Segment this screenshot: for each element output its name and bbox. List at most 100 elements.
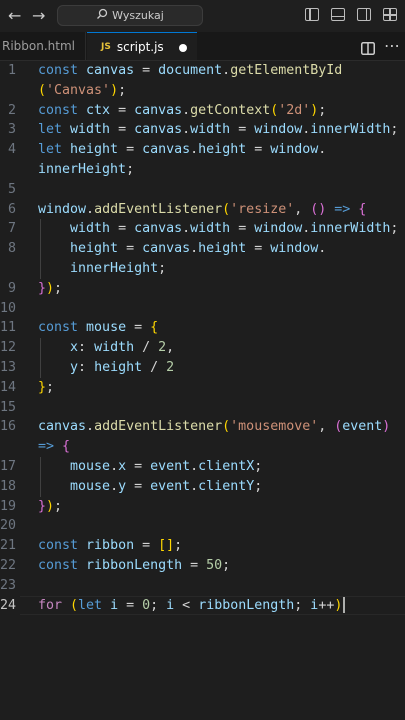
code-line[interactable]	[0, 615, 405, 635]
code-token: =	[230, 221, 255, 237]
code-line[interactable]	[0, 695, 405, 715]
code-token: height	[198, 241, 247, 257]
line-number: 9	[7, 280, 16, 296]
code-token: =	[118, 241, 143, 257]
code-token: let	[78, 597, 111, 613]
code-token: i	[110, 597, 119, 613]
code-text: window.addEventListener('resize', () => …	[38, 200, 366, 220]
line-number: 23	[0, 577, 17, 593]
code-line[interactable]: 12 x: width / 2,	[0, 338, 405, 358]
code-token: clientX	[198, 458, 255, 474]
code-line[interactable]: 1 const canvas = document.getElementById	[0, 61, 405, 81]
code-line[interactable]: 20	[0, 516, 405, 536]
code-line[interactable]: 17 mouse.x = event.clientX;	[0, 457, 405, 477]
code-token: for	[38, 597, 71, 613]
code-text: width = canvas.width = window.innerWidth…	[38, 219, 398, 239]
code-token: ;	[294, 597, 311, 613]
indent-guide	[40, 457, 41, 497]
code-token: '2d'	[278, 102, 311, 118]
code-line[interactable]: => {	[0, 437, 405, 457]
line-number: 18	[0, 478, 17, 494]
code-line[interactable]: 23	[0, 576, 405, 596]
customize-layout-icon[interactable]	[383, 8, 397, 21]
code-token: (	[70, 597, 79, 613]
code-token: ;	[254, 458, 263, 474]
code-line[interactable]: 3 let width = canvas.width = window.inner…	[0, 120, 405, 140]
code-line[interactable]: 22 const ribbonLength = 50;	[0, 556, 405, 576]
unsaved-changes-dot-icon[interactable]	[179, 44, 187, 52]
line-number: 12	[0, 340, 17, 356]
code-line[interactable]: 16 canvas.addEventListener('mousemove', (…	[0, 417, 405, 437]
code-line[interactable]: 10	[0, 299, 405, 319]
code-text: mouse.x = event.clientX;	[38, 457, 262, 477]
code-token: getElementById	[230, 63, 343, 78]
code-line[interactable]	[0, 655, 405, 675]
code-token: const	[38, 63, 87, 78]
code-line[interactable]: 5	[0, 180, 405, 200]
code-token: const	[38, 102, 87, 118]
code-token: const	[38, 320, 87, 336]
code-line[interactable]: 18 mouse.y = event.clientY;	[0, 477, 405, 497]
code-line[interactable]: 11 const mouse = {	[0, 318, 405, 338]
back-arrow-icon[interactable]: ←	[8, 6, 21, 25]
code-text: const ribbon = [];	[38, 536, 182, 556]
tab-script-js[interactable]: JS script.js	[87, 32, 197, 60]
tab-ribbon-html[interactable]: Ribbon.html	[0, 32, 86, 60]
code-line[interactable]: 4 let height = canvas.height = window.	[0, 140, 405, 160]
code-token: ++	[318, 597, 335, 613]
code-text: let width = canvas.width = window.innerW…	[38, 120, 398, 140]
title-bar: ← → Wyszukaj	[0, 0, 405, 32]
code-token: height	[94, 359, 143, 375]
code-line[interactable]: 2 const ctx = canvas.getContext('2d');	[0, 101, 405, 121]
code-token: )	[110, 82, 119, 98]
toggle-panel-icon[interactable]	[331, 8, 345, 21]
code-line[interactable]: 14};	[0, 378, 405, 398]
code-line[interactable]: 21 const ribbon = [];	[0, 536, 405, 556]
code-line[interactable]: innerHeight;	[0, 160, 405, 180]
code-token: ctx	[86, 102, 111, 118]
code-token: 'Canvas'	[46, 82, 111, 98]
line-number: 1	[7, 63, 16, 78]
search-placeholder: Wyszukaj	[112, 9, 164, 22]
code-line[interactable]: ('Canvas');	[0, 81, 405, 101]
code-line[interactable]: 19});	[0, 497, 405, 517]
code-text: const ribbonLength = 50;	[38, 556, 230, 576]
code-token: /	[134, 340, 159, 356]
code-token: []	[158, 538, 175, 554]
toggle-secondary-sidebar-icon[interactable]	[357, 8, 371, 21]
code-line[interactable]: 9});	[0, 279, 405, 299]
code-line[interactable]: 8 height = canvas.height = window.	[0, 239, 405, 259]
code-line[interactable]: 6 window.addEventListener('resize', () =>…	[0, 200, 405, 220]
code-line[interactable]	[0, 675, 405, 695]
code-line[interactable]: 13 y: height / 2	[0, 358, 405, 378]
code-token: canvas	[38, 419, 87, 435]
split-editor-icon[interactable]	[361, 40, 375, 59]
more-actions-icon[interactable]: ⋯	[384, 36, 401, 55]
code-line[interactable]: innerHeight;	[0, 259, 405, 279]
code-token: .	[222, 63, 231, 78]
command-center-search[interactable]: Wyszukaj	[57, 5, 203, 26]
code-editor[interactable]: 1 const canvas = document.getElementById(…	[0, 61, 405, 714]
code-token: const	[38, 557, 87, 573]
code-text: const mouse = {	[38, 318, 158, 338]
code-token: let	[38, 142, 71, 158]
code-token: addEventListener	[94, 419, 223, 435]
code-token: =	[126, 478, 151, 494]
code-token: canvas	[86, 63, 135, 78]
code-token: clientY	[198, 478, 255, 494]
line-number: 7	[7, 221, 16, 237]
code-token: window	[254, 221, 303, 237]
toggle-primary-sidebar-icon[interactable]	[305, 8, 319, 21]
code-token: window	[270, 142, 319, 158]
code-token: canvas	[134, 122, 183, 138]
code-line[interactable]: 7 width = canvas.width = window.innerWid…	[0, 219, 405, 239]
code-token: const	[38, 538, 87, 554]
code-line[interactable]: 24 for (let i = 0; i < ribbonLength; i++)	[0, 595, 405, 616]
line-number: 14	[0, 379, 17, 395]
code-token: window	[38, 201, 87, 217]
code-token: ;	[54, 280, 63, 296]
code-line[interactable]	[0, 635, 405, 655]
forward-arrow-icon[interactable]: →	[32, 6, 45, 25]
code-line[interactable]: 15	[0, 398, 405, 418]
